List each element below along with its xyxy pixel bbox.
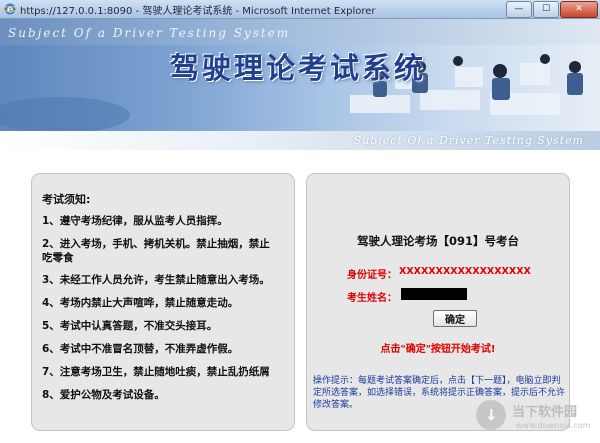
rule-item: 7、注意考场卫生，禁止随地吐痰，禁止乱扔纸屑 — [42, 366, 270, 378]
window-titlebar: e https://127.0.0.1:8090 - 驾驶人理论考试系统 - M… — [0, 0, 600, 19]
watermark-url: www.downxia.com — [516, 421, 591, 430]
watermark-logo-icon: ↓ — [476, 400, 506, 430]
window-title: https://127.0.0.1:8090 - 驾驶人理论考试系统 - Mic… — [20, 6, 376, 17]
banner-top-strip: Subject Of a Driver Testing System — [0, 19, 600, 45]
minimize-button[interactable]: — — [506, 1, 532, 18]
internet-explorer-icon: e — [3, 3, 17, 16]
rule-item: 1、遵守考场纪律，服从监考人员指挥。 — [42, 215, 228, 227]
exam-rules-panel: 考试须知: 1、遵守考场纪律，服从监考人员指挥。 2、进入考场，手机、拷机关机。… — [31, 173, 295, 431]
banner-bottom-strip: Subject Of a Driver Testing System — [0, 131, 600, 150]
rules-title: 考试须知: — [42, 193, 91, 206]
banner-subtitle-bottom: Subject Of a Driver Testing System — [353, 134, 584, 147]
exam-login-panel: 驾驶人理论考场【091】号考台 身份证号： XXXXXXXXXXXXXXXXXX… — [306, 173, 570, 431]
rule-item: 4、考场内禁止大声喧哗，禁止随意走动。 — [42, 297, 239, 309]
rule-item: 5、考试中认真答题，不准交头接耳。 — [42, 320, 218, 332]
watermark-name: 当下软件园 — [512, 405, 578, 420]
window-controls: — ☐ ✕ — [506, 1, 598, 18]
confirm-button[interactable]: 确定 — [433, 310, 477, 327]
rule-item: 吃零食 — [42, 252, 74, 264]
start-hint: 点击"确定"按钮开始考试! — [380, 344, 496, 355]
maximize-button[interactable]: ☐ — [533, 1, 559, 18]
id-number-label: 身份证号： — [347, 270, 397, 281]
app-title: 驾驶理论考试系统 — [170, 51, 427, 85]
student-name-redacted — [401, 288, 467, 300]
id-number-value: XXXXXXXXXXXXXXXXXX — [399, 266, 531, 277]
banner-subtitle-top: Subject Of a Driver Testing System — [8, 26, 291, 40]
exam-room-label: 驾驶人理论考场【091】号考台 — [356, 234, 519, 248]
close-button[interactable]: ✕ — [560, 1, 598, 18]
rule-item: 8、爱护公物及考试设备。 — [42, 389, 165, 401]
header-banner: Subject Of a Driver Testing System 驾驶理论考… — [0, 19, 600, 150]
student-name-label: 考生姓名： — [347, 293, 397, 304]
rule-item: 6、考试中不准冒名顶替，不准弄虚作假。 — [42, 343, 239, 355]
rule-item: 3、未经工作人员允许，考生禁止随意出入考场。 — [42, 274, 270, 286]
rule-item: 2、进入考场，手机、拷机关机。禁止抽烟，禁止 — [42, 238, 270, 250]
site-watermark: ↓ 当下软件园 www.downxia.com — [476, 398, 594, 438]
